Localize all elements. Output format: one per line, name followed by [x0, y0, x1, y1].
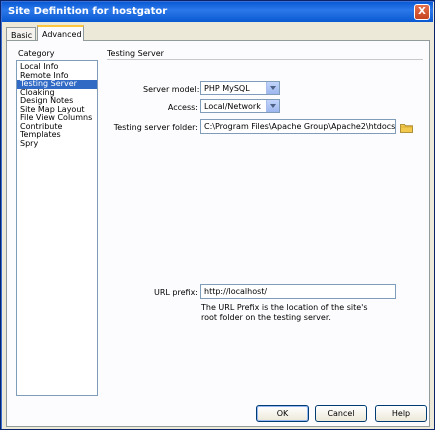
url-prefix-input[interactable]: http://localhost/: [200, 284, 396, 299]
url-prefix-hint-line1: The URL Prefix is the location of the si…: [201, 303, 368, 312]
access-select[interactable]: Local/Network: [200, 99, 280, 113]
close-button[interactable]: X: [414, 4, 430, 20]
access-value: Local/Network: [204, 102, 261, 111]
window-title: Site Definition for hostgator: [8, 6, 168, 17]
cancel-button[interactable]: Cancel: [315, 405, 367, 422]
testing-folder-label: Testing server folder:: [113, 123, 198, 132]
category-list[interactable]: Local Info Remote Info Testing Server Cl…: [16, 60, 98, 396]
tab-basic-label: Basic: [11, 31, 33, 40]
url-prefix-label: URL prefix:: [154, 288, 198, 297]
url-prefix-hint: The URL Prefix is the location of the si…: [201, 303, 371, 323]
access-label: Access:: [167, 103, 198, 112]
dialog-window: Site Definition for hostgator X Basic Ad…: [0, 0, 435, 430]
url-prefix-hint-line2: root folder on the testing server.: [201, 313, 331, 322]
category-heading: Category: [18, 49, 55, 58]
category-item-spry[interactable]: Spry: [17, 139, 97, 149]
tab-basic[interactable]: Basic: [6, 27, 36, 40]
chevron-down-icon[interactable]: [266, 82, 279, 94]
server-model-value: PHP MySQL: [204, 84, 250, 93]
title-bar: Site Definition for hostgator X: [2, 2, 433, 22]
tab-advanced[interactable]: Advanced: [37, 25, 84, 41]
server-model-label: Server model:: [143, 85, 200, 94]
testing-folder-input[interactable]: C:\Program Files\Apache Group\Apache2\ht…: [200, 119, 396, 134]
folder-icon[interactable]: [400, 123, 413, 133]
server-model-select[interactable]: PHP MySQL: [200, 81, 280, 95]
section-title: Testing Server: [107, 49, 164, 58]
close-icon: X: [418, 6, 426, 17]
section-divider: [107, 59, 423, 60]
tab-advanced-label: Advanced: [42, 30, 82, 39]
ok-button[interactable]: OK: [256, 405, 309, 422]
help-button[interactable]: Help: [375, 405, 427, 422]
chevron-down-icon[interactable]: [266, 100, 279, 112]
